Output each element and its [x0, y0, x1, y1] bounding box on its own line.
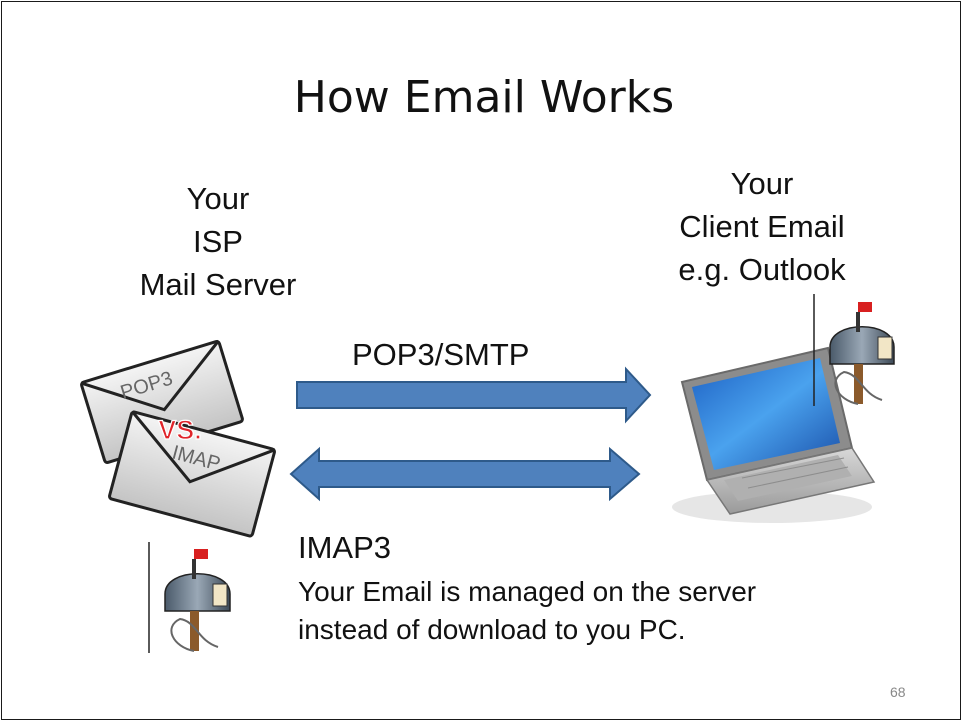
vs-label: VS.	[158, 415, 202, 445]
arrow-double	[289, 446, 641, 502]
imap-description-line-2: instead of download to you PC.	[298, 614, 686, 645]
imap-description-line-1: Your Email is managed on the server	[298, 576, 757, 607]
page-number: 68	[890, 684, 906, 700]
imap-heading: IMAP3	[298, 530, 392, 565]
slide: How Email Works Your ISP Mail Server You…	[1, 1, 961, 720]
laptop-icon	[672, 346, 876, 523]
arrow-right	[296, 366, 652, 424]
imap-description: Your Email is managed on the server inst…	[298, 573, 756, 649]
mailbox-icon	[148, 542, 231, 653]
